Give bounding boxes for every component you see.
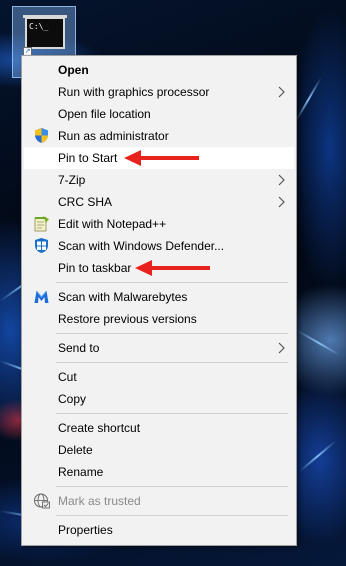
menu-item-run-with-graphics-processor[interactable]: Run with graphics processor	[24, 81, 294, 103]
menu-item-open-file-location[interactable]: Open file location	[24, 103, 294, 125]
menu-item-crc-sha[interactable]: CRC SHA	[24, 191, 294, 213]
menu-item-scan-with-malwarebytes[interactable]: Scan with Malwarebytes	[24, 286, 294, 308]
terminal-icon: C:\_	[25, 17, 65, 49]
red-arrow-annotation	[124, 150, 199, 166]
menu-item-label: Scan with Malwarebytes	[58, 290, 188, 304]
chevron-right-icon	[278, 196, 285, 208]
menu-item-label: Pin to taskbar	[58, 261, 132, 275]
menu-item-label: Restore previous versions	[58, 312, 197, 326]
menu-item-send-to[interactable]: Send to	[24, 337, 294, 359]
menu-separator	[56, 515, 288, 516]
menu-item-label: Create shortcut	[58, 421, 141, 435]
cmd-prompt-text: C:\_	[29, 22, 49, 31]
menu-item-create-shortcut[interactable]: Create shortcut	[24, 417, 294, 439]
menu-separator	[56, 486, 288, 487]
menu-item-label: Rename	[58, 465, 104, 479]
menu-separator	[56, 282, 288, 283]
trusted-globe-icon	[34, 493, 50, 509]
menu-item-restore-previous-versions[interactable]: Restore previous versions	[24, 308, 294, 330]
menu-item-label: Run with graphics processor	[58, 85, 210, 99]
menu-item-label: Pin to Start	[58, 151, 118, 165]
menu-item-label: CRC SHA	[58, 195, 113, 209]
menu-item-run-as-administrator[interactable]: Run as administrator	[24, 125, 294, 147]
notepad-plus-plus-icon	[34, 216, 49, 232]
menu-item-label: Delete	[58, 443, 93, 457]
menu-item-label: Mark as trusted	[58, 494, 141, 508]
menu-item-rename[interactable]: Rename	[24, 461, 294, 483]
chevron-right-icon	[278, 86, 285, 98]
menu-item-mark-as-trusted: Mark as trusted	[24, 490, 294, 512]
menu-item-open[interactable]: Open	[24, 59, 294, 81]
menu-separator	[56, 413, 288, 414]
menu-separator	[56, 362, 288, 363]
menu-item-label: Run as administrator	[58, 129, 169, 143]
menu-item-copy[interactable]: Copy	[24, 388, 294, 410]
menu-item-label: Edit with Notepad++	[58, 217, 167, 231]
chevron-right-icon	[278, 174, 285, 186]
windows-defender-icon	[35, 238, 48, 253]
malwarebytes-icon	[34, 290, 49, 303]
menu-item-scan-with-windows-defender[interactable]: Scan with Windows Defender...	[24, 235, 294, 257]
menu-item-label: Open	[58, 63, 89, 77]
menu-item-delete[interactable]: Delete	[24, 439, 294, 461]
menu-separator	[56, 333, 288, 334]
menu-item-7-zip[interactable]: 7-Zip	[24, 169, 294, 191]
context-menu: Open Run with graphics processor Open fi…	[21, 55, 297, 546]
menu-item-label: Open file location	[58, 107, 151, 121]
menu-item-cut[interactable]: Cut	[24, 366, 294, 388]
menu-item-label: Scan with Windows Defender...	[58, 239, 225, 253]
uac-shield-icon	[35, 128, 48, 143]
menu-item-properties[interactable]: Properties	[24, 519, 294, 541]
menu-item-label: 7-Zip	[58, 173, 86, 187]
menu-item-label: Copy	[58, 392, 87, 406]
menu-item-label: Cut	[58, 370, 77, 384]
chevron-right-icon	[278, 342, 285, 354]
menu-item-label: Send to	[58, 341, 100, 355]
menu-item-label: Properties	[58, 523, 113, 537]
menu-item-edit-with-notepad-plus-plus[interactable]: Edit with Notepad++	[24, 213, 294, 235]
red-arrow-annotation	[135, 260, 210, 276]
